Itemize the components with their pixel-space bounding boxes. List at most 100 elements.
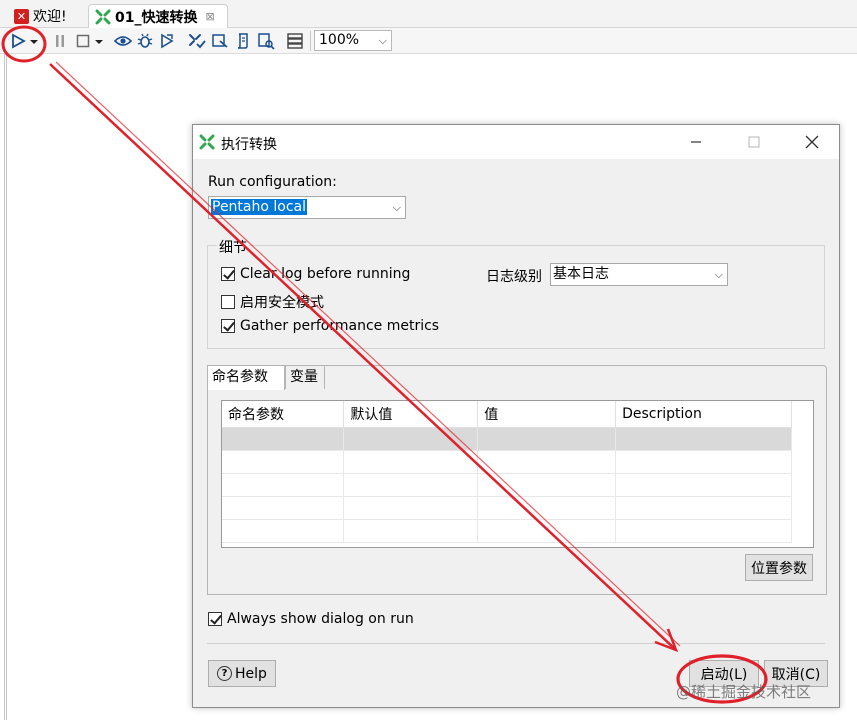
- tab-close-icon[interactable]: ⊠: [205, 10, 214, 23]
- table-cell[interactable]: [343, 450, 479, 474]
- table-cell[interactable]: [615, 473, 792, 497]
- close-icon: [805, 135, 819, 149]
- zoom-value: 100%: [319, 32, 360, 48]
- tab-transformation[interactable]: 01_快速转换 ⊠: [88, 4, 228, 28]
- table-cell[interactable]: [343, 519, 479, 543]
- tab-named-parameters[interactable]: 命名参数: [207, 365, 285, 390]
- table-cell[interactable]: [477, 450, 617, 474]
- table-row[interactable]: [222, 450, 792, 474]
- help-icon: ?: [217, 666, 233, 681]
- eye-icon: [114, 36, 132, 46]
- table-cell[interactable]: [477, 496, 617, 520]
- table-row[interactable]: [222, 519, 792, 543]
- checkbox-checked-icon: [221, 319, 235, 333]
- transformation-icon: [95, 9, 111, 24]
- impact-button[interactable]: [210, 31, 230, 51]
- table-header-row: 命名参数 默认值 值 Description: [222, 401, 792, 428]
- transformation-toolbar: 100% ⌵: [0, 28, 857, 54]
- debug-button[interactable]: [135, 31, 155, 51]
- sql-button[interactable]: [233, 31, 253, 51]
- table-cell[interactable]: [222, 473, 345, 497]
- zoom-select[interactable]: 100% ⌵: [314, 30, 392, 51]
- column-header-param[interactable]: 命名参数: [222, 401, 345, 428]
- minimize-icon: [691, 141, 701, 143]
- column-header-description[interactable]: Description: [615, 401, 792, 428]
- help-button[interactable]: ? Help: [208, 660, 276, 687]
- pentaho-logo-icon: ✕: [14, 8, 29, 24]
- table-cell[interactable]: [343, 496, 479, 520]
- script-icon: [237, 33, 248, 49]
- stop-button[interactable]: [73, 31, 93, 51]
- minimize-button[interactable]: [681, 131, 711, 153]
- table-cell[interactable]: [615, 519, 792, 543]
- canvas-left-edge: [4, 54, 7, 720]
- gather-metrics-label: Gather performance metrics: [240, 318, 440, 334]
- safe-mode-checkbox[interactable]: 启用安全模式: [221, 292, 324, 312]
- run-config-label: Run configuration:: [208, 174, 337, 190]
- table-cell[interactable]: [477, 473, 617, 497]
- check-transformation-icon: [189, 34, 206, 49]
- run-config-value: Pentaho local: [211, 199, 308, 215]
- chevron-down-icon: ⌵: [378, 34, 387, 47]
- editor-tab-strip: ✕ 欢迎! 01_快速转换 ⊠: [0, 0, 857, 28]
- position-params-button[interactable]: 位置参数: [745, 554, 813, 581]
- database-search-icon: [258, 33, 275, 50]
- dialog-title: 执行转换: [221, 137, 277, 153]
- column-header-value[interactable]: 值: [477, 401, 617, 428]
- named-parameters-table[interactable]: 命名参数 默认值 值 Description: [221, 400, 814, 548]
- play-icon: [12, 33, 26, 49]
- table-cell[interactable]: [615, 450, 792, 474]
- table-cell[interactable]: [615, 427, 792, 451]
- results-pane-button[interactable]: [285, 31, 305, 51]
- log-level-select[interactable]: 基本日志 ⌵: [550, 263, 728, 286]
- table-cell[interactable]: [615, 496, 792, 520]
- table-row[interactable]: [222, 496, 792, 520]
- column-header-default[interactable]: 默认值: [343, 401, 479, 428]
- dialog-title-bar[interactable]: 执行转换: [193, 125, 839, 159]
- table-cell[interactable]: [222, 496, 345, 520]
- replay-icon: [161, 33, 174, 49]
- table-cell[interactable]: [343, 427, 479, 451]
- run-transformation-dialog: 执行转换 Run configuration: Pentaho local ⌵ …: [192, 124, 840, 708]
- tab-welcome-label: 欢迎!: [33, 9, 67, 25]
- checkbox-checked-icon: [221, 267, 235, 281]
- tab-variables[interactable]: 变量: [285, 365, 325, 389]
- close-button[interactable]: [797, 131, 827, 153]
- stop-icon: [76, 34, 90, 48]
- maximize-button[interactable]: [739, 131, 769, 153]
- run-options-dropdown[interactable]: [28, 31, 40, 51]
- details-group-title: 细节: [217, 237, 249, 257]
- footer-divider: [207, 643, 825, 644]
- preview-button[interactable]: [113, 31, 133, 51]
- replay-button[interactable]: [157, 31, 177, 51]
- table-cell[interactable]: [343, 473, 479, 497]
- explore-db-button[interactable]: [256, 31, 276, 51]
- run-button[interactable]: [8, 31, 28, 51]
- safe-mode-label: 启用安全模式: [240, 295, 324, 311]
- pause-icon: [56, 35, 64, 47]
- clear-log-checkbox[interactable]: Clear log before running: [221, 266, 410, 282]
- toolbar-separator: [310, 31, 311, 51]
- table-row[interactable]: [222, 473, 792, 497]
- table-cell[interactable]: [222, 519, 345, 543]
- table-cell[interactable]: [222, 450, 345, 474]
- table-cell[interactable]: [477, 427, 617, 451]
- gather-metrics-checkbox[interactable]: Gather performance metrics: [221, 318, 439, 334]
- small-triangle-down-icon: [30, 40, 38, 44]
- table-row[interactable]: [222, 427, 792, 451]
- always-show-label: Always show dialog on run: [227, 611, 414, 627]
- chevron-down-icon: ⌵: [392, 201, 401, 214]
- table-cell[interactable]: [477, 519, 617, 543]
- run-config-select[interactable]: Pentaho local ⌵: [208, 196, 406, 219]
- pause-button[interactable]: [50, 31, 70, 51]
- table-cell[interactable]: [222, 427, 345, 451]
- verify-button[interactable]: [187, 31, 207, 51]
- tab-welcome[interactable]: ✕ 欢迎!: [8, 4, 86, 28]
- always-show-checkbox[interactable]: Always show dialog on run: [208, 611, 414, 627]
- small-triangle-down-icon: [95, 40, 103, 44]
- watermark-text: @稀土掘金技术社区: [676, 683, 812, 701]
- impact-icon: [212, 34, 228, 48]
- transformation-icon: [199, 134, 215, 150]
- stop-options-dropdown[interactable]: [93, 31, 105, 51]
- server-icon: [287, 33, 303, 49]
